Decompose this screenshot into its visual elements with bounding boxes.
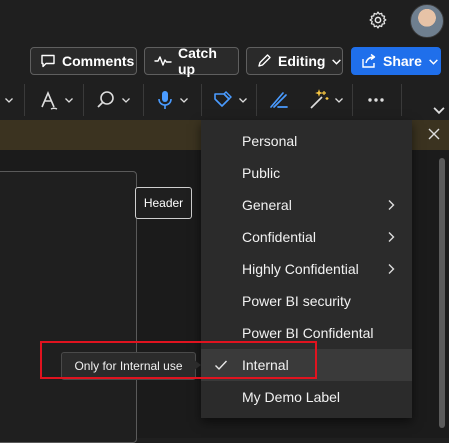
- editing-mode-button[interactable]: Editing: [246, 47, 343, 75]
- menu-item-label: Highly Confidential: [242, 261, 359, 277]
- ribbon-separator: [201, 84, 202, 116]
- activity-icon: [154, 56, 172, 66]
- highlight-annotation: [40, 341, 317, 379]
- chevron-down-icon: [332, 58, 342, 65]
- magic-wand-icon: [310, 89, 329, 109]
- header-tag: Header: [135, 187, 192, 219]
- editing-label: Editing: [278, 53, 326, 69]
- font-style-button[interactable]: [38, 87, 74, 113]
- chevron-down-icon: [65, 98, 73, 103]
- settings-gear-icon[interactable]: [368, 10, 388, 30]
- menu-item-public[interactable]: Public: [201, 157, 412, 189]
- designer-button[interactable]: [268, 87, 290, 113]
- ribbon-separator: [143, 84, 144, 116]
- pencil-icon: [258, 54, 271, 67]
- chevron-right-icon: [388, 264, 395, 274]
- more-icon: [368, 98, 384, 102]
- chevron-down-icon: [180, 98, 188, 103]
- scrollbar-thumb[interactable]: [439, 158, 445, 428]
- chevron-down-icon: [122, 98, 130, 103]
- microphone-icon: [158, 91, 172, 109]
- comment-icon: [41, 54, 55, 68]
- menu-item-my-demo-label[interactable]: My Demo Label: [201, 381, 412, 413]
- designer-icon: [270, 92, 288, 108]
- dictate-button[interactable]: [155, 87, 189, 113]
- find-button[interactable]: [95, 87, 131, 113]
- ribbon-separator: [352, 84, 353, 116]
- ribbon-separator: [256, 84, 257, 116]
- sensitivity-icon: [214, 91, 232, 107]
- chevron-right-icon: [388, 232, 395, 242]
- menu-item-label: My Demo Label: [242, 389, 341, 405]
- menu-item-label: General: [242, 197, 292, 213]
- menu-item-confidential[interactable]: Confidential: [201, 221, 412, 253]
- menu-item-power-bi-security[interactable]: Power BI security: [201, 285, 412, 317]
- sensitivity-button[interactable]: [212, 87, 248, 113]
- menu-item-label: Personal: [242, 133, 298, 149]
- menu-item-label: Confidential: [242, 229, 316, 245]
- menu-item-personal[interactable]: Personal: [201, 125, 412, 157]
- ribbon-separator: [401, 84, 402, 116]
- share-button[interactable]: Share: [351, 47, 441, 75]
- document-page[interactable]: [0, 171, 137, 443]
- share-label: Share: [383, 53, 422, 69]
- comments-label: Comments: [62, 53, 135, 69]
- font-icon: [41, 90, 58, 110]
- catch-up-label: Catch up: [178, 45, 217, 77]
- close-icon[interactable]: [427, 127, 441, 141]
- chevron-right-icon: [388, 200, 395, 210]
- ribbon-separator: [83, 84, 84, 116]
- search-icon: [97, 91, 114, 108]
- chevron-down-icon[interactable]: [4, 95, 14, 105]
- menu-item-general[interactable]: General: [201, 189, 412, 221]
- more-options-button[interactable]: [366, 87, 386, 113]
- menu-item-label: Public: [242, 165, 281, 181]
- chevron-down-icon: [429, 58, 438, 65]
- editor-button[interactable]: [308, 87, 344, 113]
- share-icon: [362, 53, 376, 68]
- menu-item-highly-confidential[interactable]: Highly Confidential: [201, 253, 412, 285]
- catch-up-button[interactable]: Catch up: [144, 45, 239, 77]
- comments-button[interactable]: Comments: [30, 47, 137, 75]
- chevron-down-icon[interactable]: [432, 103, 446, 117]
- menu-item-label: Power BI Confidental: [242, 325, 374, 341]
- chevron-down-icon: [335, 98, 343, 103]
- chevron-down-icon: [239, 98, 247, 103]
- menu-item-label: Power BI security: [242, 293, 351, 309]
- ribbon-separator: [24, 84, 25, 116]
- user-avatar[interactable]: [410, 4, 444, 38]
